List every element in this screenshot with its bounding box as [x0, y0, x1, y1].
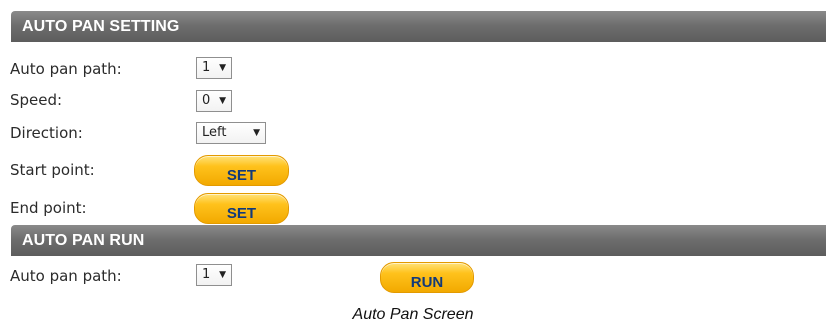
auto-pan-setting-header: AUTO PAN SETTING — [11, 11, 826, 42]
run-button[interactable]: RUN — [380, 262, 474, 293]
auto-pan-path-select[interactable]: 1 ▼ — [196, 57, 232, 79]
chevron-down-icon: ▼ — [219, 63, 226, 73]
chevron-down-icon: ▼ — [219, 270, 226, 280]
end-point-set-button[interactable]: SET — [194, 193, 289, 224]
speed-label: Speed: — [10, 91, 63, 109]
auto-pan-run-header: AUTO PAN RUN — [11, 225, 826, 256]
run-auto-pan-path-value: 1 — [202, 267, 211, 282]
end-point-label: End point: — [10, 199, 87, 217]
speed-select[interactable]: 0 ▼ — [196, 90, 232, 112]
run-auto-pan-path-label: Auto pan path: — [10, 267, 122, 285]
chevron-down-icon: ▼ — [253, 128, 260, 138]
auto-pan-run-title: AUTO PAN RUN — [22, 232, 145, 249]
direction-label: Direction: — [10, 124, 83, 142]
direction-value: Left — [202, 125, 227, 140]
chevron-down-icon: ▼ — [219, 96, 226, 106]
figure-caption: Auto Pan Screen — [352, 306, 474, 323]
auto-pan-path-value: 1 — [202, 60, 211, 75]
speed-value: 0 — [202, 93, 211, 108]
auto-pan-setting-title: AUTO PAN SETTING — [22, 18, 180, 35]
direction-select[interactable]: Left ▼ — [196, 122, 266, 144]
run-auto-pan-path-select[interactable]: 1 ▼ — [196, 264, 232, 286]
auto-pan-path-label: Auto pan path: — [10, 60, 122, 78]
start-point-set-button[interactable]: SET — [194, 155, 289, 186]
start-point-label: Start point: — [10, 161, 95, 179]
